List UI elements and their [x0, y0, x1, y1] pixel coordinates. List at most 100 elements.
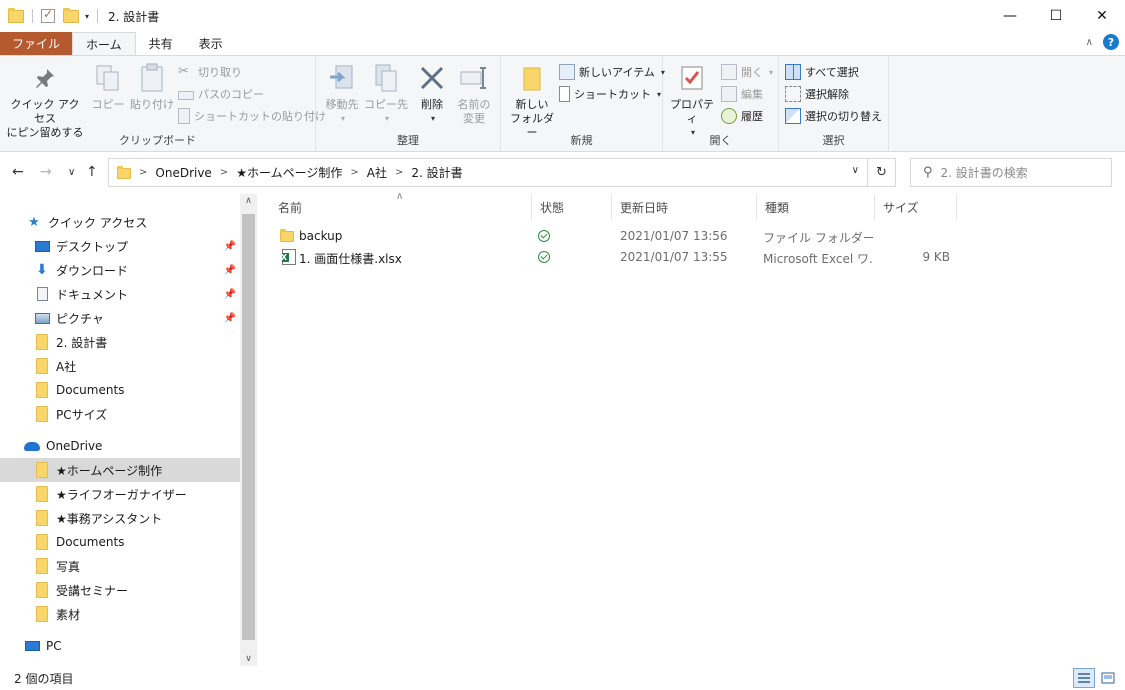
address-bar[interactable]: > OneDrive > ★ホームページ制作 > A社 > 2. 設計書 ∨ ↻: [108, 158, 896, 187]
rename-label-1: 名前の: [457, 98, 491, 111]
nav-item-pc-size[interactable]: PCサイズ: [0, 402, 240, 426]
shortcut-icon: [559, 86, 570, 102]
select-all-button[interactable]: すべて選択: [785, 62, 859, 82]
nav-onedrive[interactable]: OneDrive: [0, 434, 240, 458]
nav-pc[interactable]: PC: [0, 634, 240, 658]
nav-item-documents-folder[interactable]: Documents: [0, 378, 240, 402]
help-icon[interactable]: ?: [1103, 34, 1119, 50]
nav-item-seminars[interactable]: 受講セミナー: [0, 578, 240, 602]
folder-icon: [34, 382, 50, 398]
address-history-chevron-icon[interactable]: ∨: [852, 165, 859, 176]
folder-icon: [34, 358, 50, 374]
large-icons-view-icon[interactable]: [1097, 668, 1119, 688]
nav-pane-scrollbar[interactable]: ∧ ∨: [240, 194, 257, 666]
properties-check-icon[interactable]: [41, 7, 55, 23]
title-bar: ▾ 2. 設計書 — ☐ ✕: [0, 0, 1125, 32]
column-header-type[interactable]: 種類: [757, 194, 875, 220]
nav-item-office-assistant[interactable]: ★事務アシスタント: [0, 506, 240, 530]
desktop-icon: [34, 238, 50, 254]
easy-access-button[interactable]: ショートカット ▾: [559, 84, 661, 104]
nav-item-design-docs[interactable]: 2. 設計書: [0, 330, 240, 354]
tab-share[interactable]: 共有: [136, 32, 186, 55]
invert-selection-button[interactable]: 選択の切り替え: [785, 106, 882, 126]
pin-icon[interactable]: 📌: [224, 265, 236, 276]
file-type: ファイル フォルダー: [763, 231, 873, 245]
close-button[interactable]: ✕: [1079, 0, 1125, 32]
rename-icon: [458, 62, 490, 94]
nav-item-desktop[interactable]: デスクトップ 📌: [0, 234, 240, 258]
nav-item-photos[interactable]: 写真: [0, 554, 240, 578]
pin-icon[interactable]: 📌: [224, 241, 236, 252]
recent-locations-chevron-icon[interactable]: ∨: [68, 167, 75, 178]
new-folder-label-1: 新しい: [515, 98, 549, 111]
column-header-modified[interactable]: 更新日時: [612, 194, 757, 220]
new-folder-button[interactable]: 新しい フォルダー: [507, 62, 557, 140]
tab-view[interactable]: 表示: [186, 32, 236, 55]
copy-path-button[interactable]: パスのコピー: [178, 84, 264, 104]
properties-button[interactable]: プロパティ ▾: [667, 62, 717, 140]
clipboard-group-label: クリップボード: [119, 134, 196, 147]
paste-button[interactable]: 貼り付け: [130, 62, 174, 112]
breadcrumb-onedrive[interactable]: OneDrive: [155, 166, 211, 180]
new-folder-icon[interactable]: [63, 7, 79, 23]
table-row[interactable]: backup 2021/01/07 13:56 ファイル フォルダー: [272, 226, 952, 247]
breadcrumb-design-docs[interactable]: 2. 設計書: [411, 164, 462, 181]
breadcrumb-separator[interactable]: >: [350, 167, 358, 178]
scroll-up-chevron-icon[interactable]: ∧: [240, 196, 257, 206]
scrollbar-thumb[interactable]: [242, 214, 255, 640]
select-none-button[interactable]: 選択解除: [785, 84, 849, 104]
scroll-down-chevron-icon[interactable]: ∨: [240, 654, 257, 664]
column-header-size[interactable]: サイズ: [875, 194, 957, 220]
table-row[interactable]: 1. 画面仕様書.xlsx 2021/01/07 13:55 Microsoft…: [272, 247, 952, 268]
pin-icon[interactable]: 📌: [224, 313, 236, 324]
nav-quick-access[interactable]: ★ クイック アクセス: [0, 210, 240, 234]
edit-button[interactable]: 編集: [721, 84, 763, 104]
breadcrumb-separator[interactable]: >: [395, 167, 403, 178]
tab-file[interactable]: ファイル: [0, 32, 73, 55]
new-item-button[interactable]: 新しいアイテム ▾: [559, 62, 665, 82]
nav-item-homepage[interactable]: ★ホームページ制作: [0, 458, 240, 482]
nav-item-materials[interactable]: 素材: [0, 602, 240, 626]
breadcrumb-separator[interactable]: >: [139, 167, 147, 178]
nav-item-documents[interactable]: ドキュメント 📌: [0, 282, 240, 306]
up-arrow-icon[interactable]: ↑: [86, 164, 98, 180]
cut-button[interactable]: ✂ 切り取り: [178, 62, 242, 82]
search-box[interactable]: ⚲: [910, 158, 1112, 187]
open-group-label: 開く: [709, 134, 732, 147]
open-button[interactable]: 開く ▾: [721, 62, 773, 82]
nav-item-od-documents[interactable]: Documents: [0, 530, 240, 554]
pin-icon[interactable]: 📌: [224, 289, 236, 300]
tab-home[interactable]: ホーム: [72, 32, 136, 55]
column-header-status[interactable]: 状態: [532, 194, 612, 220]
move-to-button[interactable]: 移動先 ▾: [322, 62, 362, 126]
pin-quick-access-button[interactable]: クイック アクセス にピン留めする: [6, 62, 84, 140]
minimize-button[interactable]: —: [987, 0, 1033, 32]
nav-item-life-organizer[interactable]: ★ライフオーガナイザー: [0, 482, 240, 506]
copy-button[interactable]: コピー: [90, 62, 126, 112]
customize-qat-chevron-icon[interactable]: ▾: [85, 12, 89, 21]
rename-button[interactable]: 名前の 変更: [454, 62, 494, 126]
nav-quick-access-label: クイック アクセス: [48, 215, 148, 230]
new-folder-icon: [516, 62, 548, 94]
maximize-button[interactable]: ☐: [1033, 0, 1079, 32]
refresh-icon[interactable]: ↻: [867, 159, 895, 186]
breadcrumb-a-company[interactable]: A社: [367, 164, 387, 181]
history-button[interactable]: 履歴: [721, 106, 763, 126]
copy-to-button[interactable]: コピー先 ▾: [364, 62, 408, 126]
column-header-name[interactable]: 名前: [270, 194, 532, 220]
collapse-ribbon-chevron-icon[interactable]: ∧: [1086, 37, 1093, 48]
delete-x-icon: [416, 62, 448, 94]
paste-shortcut-button[interactable]: ショートカットの貼り付け: [178, 106, 326, 126]
search-input[interactable]: [940, 165, 1101, 180]
forward-arrow-icon[interactable]: →: [40, 164, 52, 180]
breadcrumb-homepage[interactable]: ★ホームページ制作: [236, 164, 342, 181]
breadcrumb-separator[interactable]: >: [220, 167, 228, 178]
delete-button[interactable]: 削除 ▾: [416, 62, 448, 126]
details-view-icon[interactable]: [1073, 668, 1095, 688]
back-arrow-icon[interactable]: ←: [12, 164, 24, 180]
nav-item-pictures[interactable]: ピクチャ 📌: [0, 306, 240, 330]
paste-shortcut-label: ショートカットの貼り付け: [194, 110, 326, 123]
nav-item-a-company[interactable]: A社: [0, 354, 240, 378]
nav-item-downloads[interactable]: ⬇ ダウンロード 📌: [0, 258, 240, 282]
organize-group-label: 整理: [397, 134, 419, 147]
